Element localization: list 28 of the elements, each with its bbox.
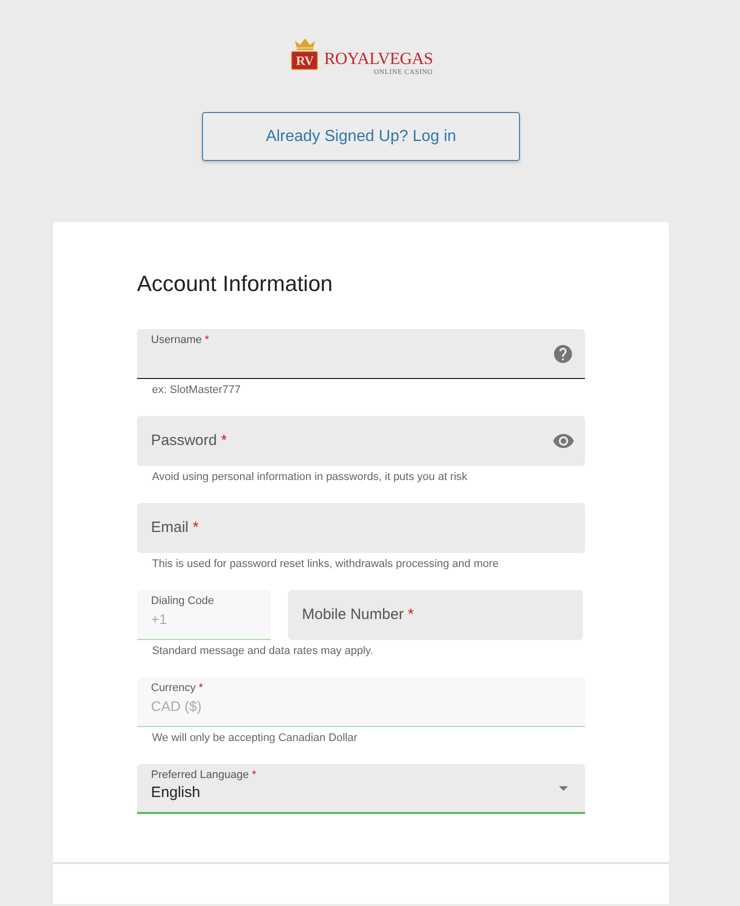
helper-text: This is used for password reset links, withdrawals processing and more [151, 557, 500, 571]
help-icon[interactable] [554, 344, 572, 362]
helper-text: Avoid using personal information in passwords, it puts you at risk [151, 470, 468, 484]
section-title: Account Information [137, 272, 334, 296]
login-button[interactable]: Already Signed Up? Log in [202, 112, 520, 161]
field-label: Username * [151, 333, 210, 347]
field-label: Password * [151, 430, 228, 450]
field-value: CAD ($) [151, 697, 203, 716]
crown-icon [294, 38, 316, 50]
helper-text: Standard message and data rates may apply. [151, 644, 374, 658]
logo-badge: RV [290, 51, 318, 70]
caret-icon [559, 786, 568, 790]
field-label: Mobile Number * [302, 604, 415, 624]
field-label: Email * [151, 518, 200, 538]
field-label: Preferred Language * [151, 768, 258, 782]
input-field[interactable]: Email * [137, 503, 585, 553]
input-field[interactable]: Mobile Number * [288, 590, 583, 640]
field-label: Dialing Code [151, 594, 215, 608]
eye-icon[interactable] [553, 434, 574, 448]
select-field[interactable]: Preferred Language * English [137, 764, 585, 814]
input-field[interactable]: Password * [137, 416, 585, 466]
field-value: +1 [151, 610, 168, 629]
logo-wordmark: ROYALVEGAS [324, 50, 433, 68]
field-label: Currency * [151, 681, 204, 695]
field-value: English [151, 783, 202, 803]
helper-text: ex: SlotMaster777 [151, 383, 242, 397]
helper-text: We will only be accepting Canadian Dollar [151, 731, 358, 745]
input-field[interactable]: Username * [137, 329, 585, 379]
